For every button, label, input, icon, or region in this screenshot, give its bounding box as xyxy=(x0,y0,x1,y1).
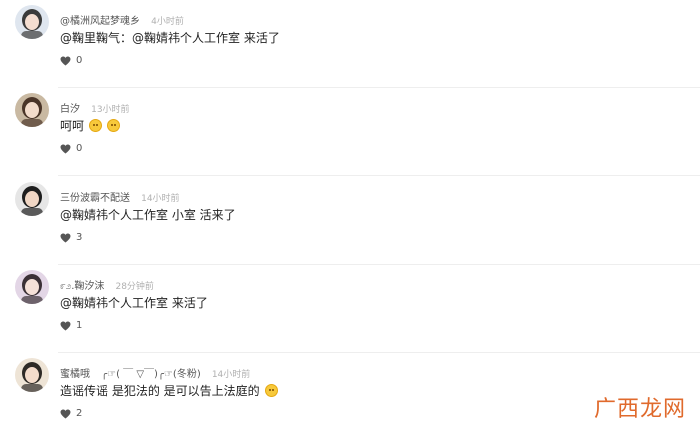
like-button[interactable]: 0 xyxy=(60,143,82,154)
like-count: 2 xyxy=(76,408,83,419)
avatar[interactable] xyxy=(15,270,49,304)
heart-icon xyxy=(60,320,71,331)
comment-text-content: 造谣传谣 是犯法的 是可以告上法庭的 xyxy=(60,384,260,398)
user-badges: ╭☞( ￣ ▽￣)╭☞(冬粉) xyxy=(101,369,201,380)
like-count: 0 xyxy=(76,143,83,154)
like-count: 3 xyxy=(76,232,83,243)
comment-text: @鞠婧祎个人工作室 小室 活来了 xyxy=(60,206,236,223)
username[interactable]: @橘洲风起梦魂乡 xyxy=(60,16,140,27)
username[interactable]: 白汐 xyxy=(60,104,80,115)
avatar-image xyxy=(15,358,49,392)
comment-header: ೯೨.鞠汐沫 28分钟前 xyxy=(60,274,154,293)
comment-text-content: 呵呵 xyxy=(60,119,85,133)
smile-emoji-icon xyxy=(89,119,103,132)
like-count: 1 xyxy=(76,320,83,331)
comment-header: 蜜橘哦 ╭☞( ￣ ▽￣)╭☞(冬粉) 14小时前 xyxy=(60,362,250,381)
comment-text: @鞠里鞠气：@鞠婧祎个人工作室 来活了 xyxy=(60,29,280,46)
avatar-image xyxy=(15,270,49,304)
username[interactable]: ೯೨.鞠汐沫 xyxy=(60,281,104,292)
avatar[interactable] xyxy=(15,182,49,216)
like-button[interactable]: 3 xyxy=(60,232,82,243)
comment-text: 呵呵 xyxy=(60,117,121,134)
timestamp: 14小时前 xyxy=(141,194,180,204)
like-button[interactable]: 0 xyxy=(60,55,82,66)
avatar[interactable] xyxy=(15,93,49,127)
timestamp: 14小时前 xyxy=(211,370,251,380)
like-button[interactable]: 1 xyxy=(60,320,82,331)
heart-icon xyxy=(60,232,71,243)
heart-icon xyxy=(60,55,71,66)
smile-emoji-icon xyxy=(264,384,278,397)
watermark-logo: 广西龙网 xyxy=(593,397,686,422)
comment-item: @橘洲风起梦魂乡 4小时前 @鞠里鞠气：@鞠婧祎个人工作室 来活了 0 xyxy=(0,0,700,88)
divider xyxy=(58,175,700,176)
username[interactable]: 三份波霸不配送 xyxy=(60,193,130,204)
comment-header: 白汐 13小时前 xyxy=(60,97,130,116)
avatar[interactable] xyxy=(15,358,49,392)
like-count: 0 xyxy=(76,55,83,66)
comment-text: 造谣传谣 是犯法的 是可以告上法庭的 xyxy=(60,382,278,399)
avatar-image xyxy=(15,93,49,127)
comment-item: 三份波霸不配送 14小时前 @鞠婧祎个人工作室 小室 活来了 3 xyxy=(0,177,700,265)
smile-emoji-icon xyxy=(107,119,121,132)
timestamp: 13小时前 xyxy=(91,105,130,115)
comment-item: ೯೨.鞠汐沫 28分钟前 @鞠婧祎个人工作室 来活了 1 xyxy=(0,265,700,353)
comment-text: @鞠婧祎个人工作室 来活了 xyxy=(60,294,208,311)
comment-text-content: @鞠婧祎个人工作室 来活了 xyxy=(60,296,208,310)
avatar-image xyxy=(15,5,49,39)
heart-icon xyxy=(60,143,71,154)
comment-header: 三份波霸不配送 14小时前 xyxy=(60,186,180,205)
avatar-image xyxy=(15,182,49,216)
comment-text-content: @鞠里鞠气：@鞠婧祎个人工作室 来活了 xyxy=(60,31,280,45)
comment-item: 白汐 13小时前 呵呵 0 xyxy=(0,88,700,176)
heart-icon xyxy=(60,408,71,419)
username[interactable]: 蜜橘哦 xyxy=(60,369,90,380)
comment-text-content: @鞠婧祎个人工作室 小室 活来了 xyxy=(60,208,236,222)
comment-header: @橘洲风起梦魂乡 4小时前 xyxy=(60,9,184,28)
like-button[interactable]: 2 xyxy=(60,408,82,419)
timestamp: 28分钟前 xyxy=(115,282,154,292)
timestamp: 4小时前 xyxy=(151,17,184,27)
avatar[interactable] xyxy=(15,5,49,39)
